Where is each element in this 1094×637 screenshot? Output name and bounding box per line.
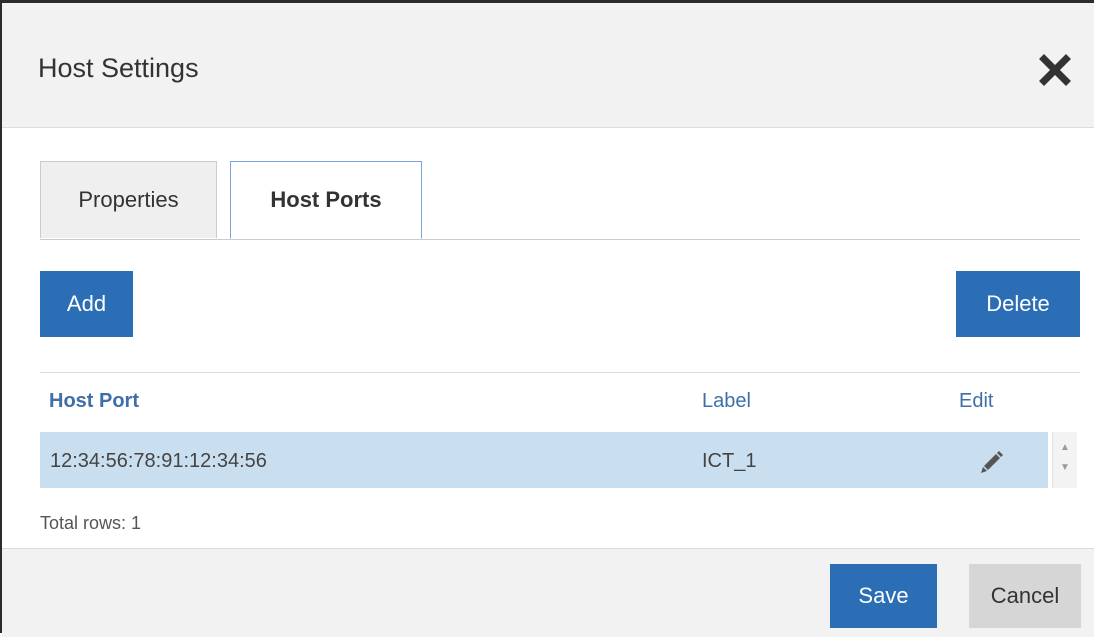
cancel-button[interactable]: Cancel [969, 564, 1081, 628]
tab-host-ports[interactable]: Host Ports [230, 161, 422, 239]
scroll-down-icon[interactable]: ▼ [1053, 462, 1077, 473]
total-rows-text: Total rows: 1 [40, 513, 142, 533]
dialog-title: Host Settings [38, 53, 199, 83]
column-header-edit: Edit [959, 390, 994, 412]
tab-bar: Properties Host Ports [40, 161, 1080, 240]
table-divider [40, 372, 1080, 373]
column-header-host-port[interactable]: Host Port [49, 390, 139, 413]
close-icon[interactable] [1038, 53, 1072, 87]
table-row[interactable]: 12:34:56:78:91:12:34:56 ICT_1 [40, 432, 1048, 488]
scroll-up-icon[interactable]: ▲ [1053, 442, 1077, 453]
host-settings-dialog: Host Settings Properties Host Ports Add … [0, 0, 1094, 637]
save-button[interactable]: Save [830, 564, 937, 628]
label-cell: ICT_1 [702, 450, 757, 472]
add-button[interactable]: Add [40, 271, 133, 337]
tab-properties[interactable]: Properties [40, 161, 217, 238]
delete-button[interactable]: Delete [956, 271, 1080, 337]
table-scrollbar[interactable]: ▲ ▼ [1052, 432, 1077, 488]
column-header-label[interactable]: Label [702, 390, 751, 413]
pencil-icon[interactable] [978, 446, 1006, 474]
tab-properties-label: Properties [78, 187, 179, 212]
tab-host-ports-label: Host Ports [270, 187, 382, 212]
host-port-cell: 12:34:56:78:91:12:34:56 [50, 450, 267, 472]
dialog-footer: Save Cancel [2, 548, 1094, 637]
dialog-header: Host Settings [2, 3, 1094, 128]
